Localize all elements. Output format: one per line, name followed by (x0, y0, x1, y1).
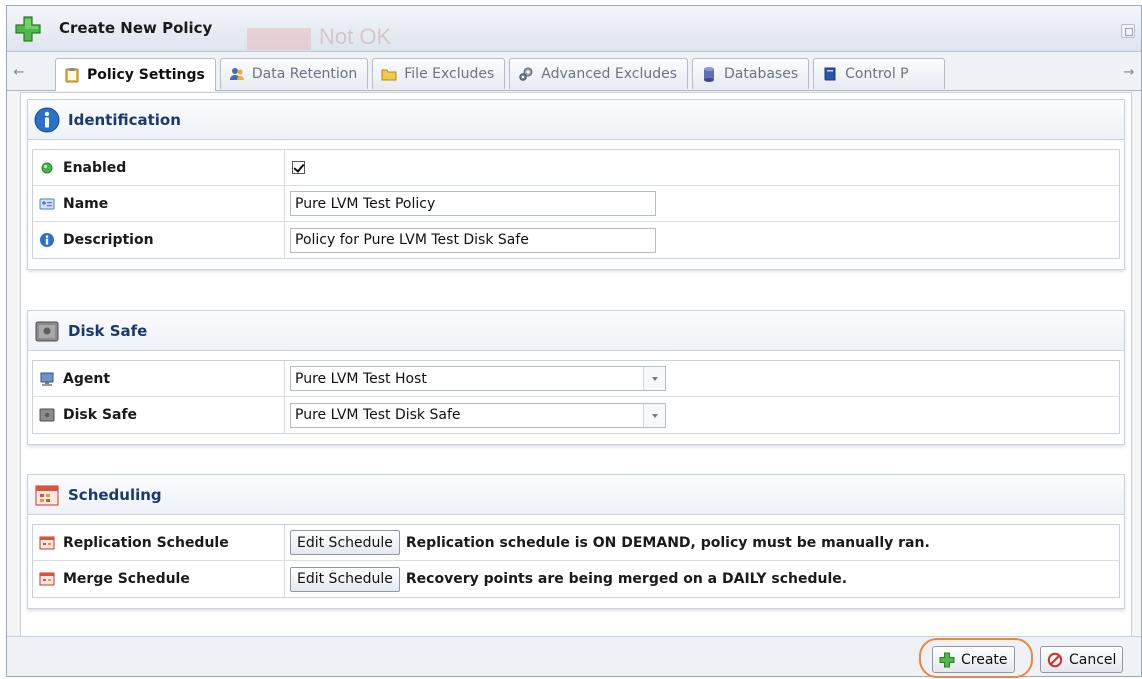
tab-data-retention[interactable]: Data Retention (219, 58, 369, 89)
chevron-down-icon[interactable] (643, 403, 665, 427)
replication-schedule-description: Replication schedule is ON DEMAND, polic… (405, 534, 930, 551)
disk-safe-row: Disk Safe Pure LVM Test Disk Safe (33, 397, 1119, 433)
edit-merge-schedule-button[interactable]: Edit Schedule (290, 566, 400, 592)
calendar-small-icon (39, 572, 55, 586)
scheduling-header: Scheduling (28, 475, 1124, 515)
create-button[interactable]: Create (932, 646, 1015, 673)
clipboard-icon (65, 68, 79, 83)
window-restore-button[interactable] (1121, 24, 1135, 38)
agent-label: Agent (63, 370, 111, 387)
identification-section: Identification Enabled Name Pure LVM Tes… (27, 99, 1125, 270)
replication-schedule-label: Replication Schedule (63, 534, 229, 551)
description-input[interactable] (290, 227, 656, 253)
merge-schedule-row: Merge Schedule Edit Schedule Recovery po… (33, 561, 1119, 597)
disk-safe-select-value: Pure LVM Test Disk Safe (295, 407, 461, 423)
enabled-checkbox[interactable] (292, 161, 305, 174)
identification-header: Identification (28, 100, 1124, 140)
computer-icon (40, 372, 54, 386)
dialog-footer: Create Cancel (7, 636, 1141, 678)
agent-row: Agent Pure LVM Test Host (33, 361, 1119, 397)
merge-schedule-description: Recovery points are being merged on a DA… (405, 571, 848, 587)
title-bar: Create New Policy Not OK (7, 6, 1141, 52)
cancel-icon (1047, 652, 1063, 667)
database-icon (704, 67, 715, 82)
merge-schedule-label: Merge Schedule (63, 571, 190, 587)
policy-settings-panel: Identification Enabled Name Pure LVM Tes… (20, 92, 1132, 637)
users-icon (229, 68, 244, 80)
agent-select-value: Pure LVM Test Host (295, 370, 427, 387)
info-small-icon (40, 233, 54, 247)
disk-safe-select[interactable]: Pure LVM Test Disk Safe (290, 402, 666, 428)
calendar-icon (35, 485, 59, 505)
background-status-badge (247, 28, 311, 50)
enabled-label: Enabled (63, 159, 127, 176)
description-row: Description (33, 222, 1119, 258)
tab-file-excludes[interactable]: File Excludes (372, 58, 506, 89)
book-icon (824, 67, 836, 81)
name-row: Name (33, 186, 1119, 222)
cancel-button[interactable]: Cancel (1040, 646, 1124, 673)
calendar-small-icon (39, 536, 55, 549)
tab-control-panel[interactable]: Control P (813, 58, 946, 89)
background-status-text: Not OK (319, 24, 392, 49)
disk-safe-label: Disk Safe (63, 407, 138, 423)
edit-replication-schedule-button[interactable]: Edit Schedule (290, 530, 400, 555)
cancel-button-label: Cancel (1069, 651, 1117, 668)
disk-safe-title: Disk Safe (68, 321, 148, 340)
name-card-icon (39, 198, 55, 209)
tab-label: Control P (845, 66, 909, 82)
disk-safe-header: Disk Safe (28, 311, 1124, 351)
folder-icon (381, 69, 397, 81)
name-label: Name (63, 195, 109, 212)
safe-icon (35, 321, 59, 341)
tab-databases[interactable]: Databases (692, 58, 810, 89)
scheduling-section: Scheduling Replication Schedule Edit Sch… (27, 474, 1125, 609)
disk-safe-section: Disk Safe Agent Pure LVM Test Host Disk … (27, 310, 1125, 445)
gears-icon (519, 67, 533, 81)
chevron-down-icon[interactable] (643, 367, 665, 390)
info-icon (34, 107, 60, 132)
add-plus-icon (939, 652, 955, 667)
tab-scroll-left-icon[interactable]: ← (11, 64, 27, 82)
description-label: Description (63, 232, 154, 248)
safe-small-icon (39, 408, 55, 422)
identification-title: Identification (68, 110, 181, 129)
scheduling-title: Scheduling (68, 485, 162, 504)
tab-policy-settings[interactable]: Policy Settings (55, 58, 216, 91)
tab-label: Policy Settings (87, 67, 205, 83)
replication-schedule-row: Replication Schedule Edit Schedule Repli… (33, 525, 1119, 561)
tab-label: File Excludes (404, 66, 495, 82)
tab-strip: ← Policy Settings Data Retention File Ex… (7, 53, 1141, 91)
window-title: Create New Policy (59, 19, 213, 37)
tab-label: Advanced Excludes (541, 66, 678, 82)
name-input[interactable] (290, 191, 656, 216)
create-policy-window: Create New Policy Not OK ← Policy Settin… (6, 5, 1142, 678)
green-status-dot-icon (41, 162, 53, 173)
tab-label: Data Retention (251, 66, 358, 82)
tab-label: Databases (724, 66, 799, 82)
tab-advanced-excludes[interactable]: Advanced Excludes (509, 58, 689, 89)
create-button-label: Create (961, 651, 1008, 668)
agent-select[interactable]: Pure LVM Test Host (290, 366, 666, 391)
enabled-row: Enabled (33, 150, 1119, 186)
add-plus-icon (15, 16, 41, 42)
tab-scroll-right-icon[interactable]: → (1121, 64, 1137, 82)
